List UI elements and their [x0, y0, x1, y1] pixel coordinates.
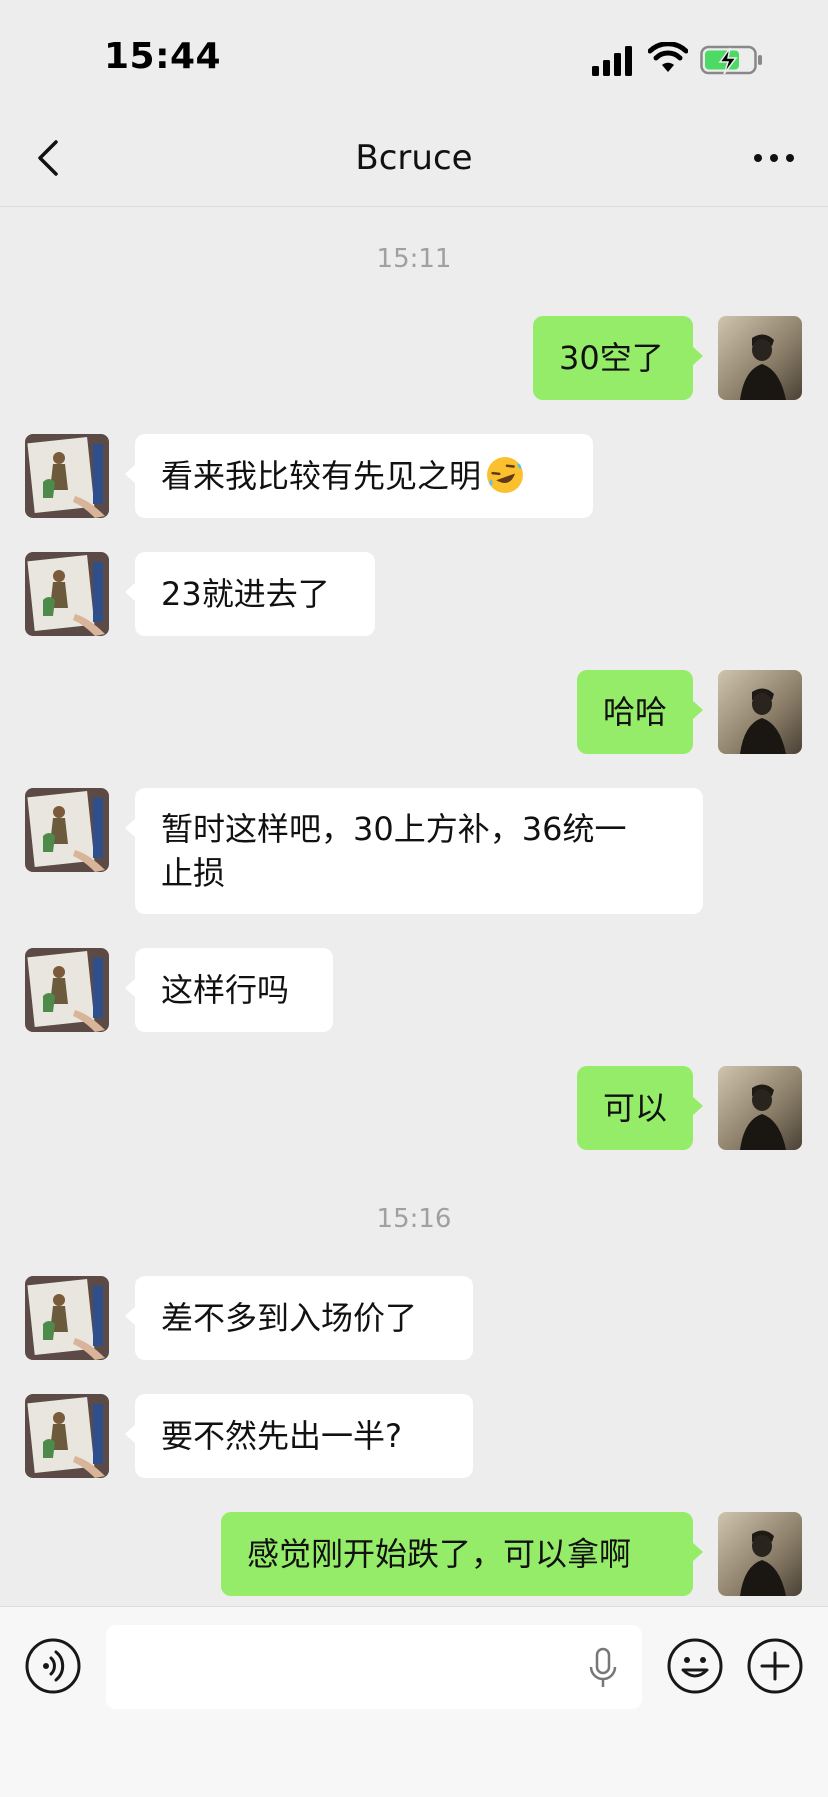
message-bubble-peer[interactable]: 23就进去了 — [125, 552, 375, 636]
message-text: 看来我比较有先见之明 — [161, 457, 482, 495]
message-bubble-peer[interactable]: 要不然先出一半? — [125, 1394, 473, 1478]
my-avatar[interactable] — [718, 670, 802, 754]
message-bubble-peer[interactable]: 暂时这样吧，30上方补，36统一 止损 — [125, 788, 703, 914]
cellular-signal-icon — [592, 46, 632, 76]
contact-avatar[interactable] — [25, 434, 109, 518]
contact-avatar[interactable] — [25, 788, 109, 872]
more-options-icon[interactable] — [752, 150, 796, 166]
my-avatar[interactable] — [718, 1066, 802, 1150]
status-bar: 15:44 — [0, 0, 828, 110]
microphone-icon[interactable] — [588, 1647, 618, 1689]
wifi-icon — [648, 42, 688, 72]
emoji-icon[interactable] — [666, 1637, 724, 1695]
voice-mode-icon[interactable] — [24, 1637, 82, 1695]
chat-title: Bcruce — [355, 138, 473, 178]
battery-charging-icon — [700, 45, 762, 75]
message-bubble-peer[interactable]: 这样行吗 — [125, 948, 333, 1032]
contact-avatar[interactable] — [25, 1394, 109, 1478]
contact-avatar[interactable] — [25, 552, 109, 636]
plus-icon[interactable] — [746, 1637, 804, 1695]
message-bubble-self[interactable]: 可以 — [577, 1066, 703, 1150]
status-time: 15:44 — [104, 36, 222, 77]
message-bubble-self[interactable]: 哈哈 — [577, 670, 703, 754]
message-bubble-self[interactable]: 30空了 — [533, 316, 703, 400]
rofl-emoji-icon — [487, 457, 524, 493]
nav-bar: Bcruce — [0, 110, 828, 207]
timestamp: 15:11 — [376, 244, 452, 274]
message-bubble-self[interactable]: 感觉刚开始跌了，可以拿啊 — [221, 1512, 703, 1596]
timestamp: 15:16 — [376, 1204, 452, 1234]
contact-avatar[interactable] — [25, 1276, 109, 1360]
message-bubble-peer[interactable]: 看来我比较有先见之明 — [125, 434, 593, 518]
input-bar — [0, 1606, 828, 1797]
contact-avatar[interactable] — [25, 948, 109, 1032]
message-input[interactable] — [106, 1625, 642, 1709]
my-avatar[interactable] — [718, 1512, 802, 1596]
message-text-line: 暂时这样吧，30上方补，36统一 — [161, 810, 627, 848]
my-avatar[interactable] — [718, 316, 802, 400]
message-bubble-peer[interactable]: 差不多到入场价了 — [125, 1276, 473, 1360]
message-text-line: 止损 — [161, 854, 226, 892]
